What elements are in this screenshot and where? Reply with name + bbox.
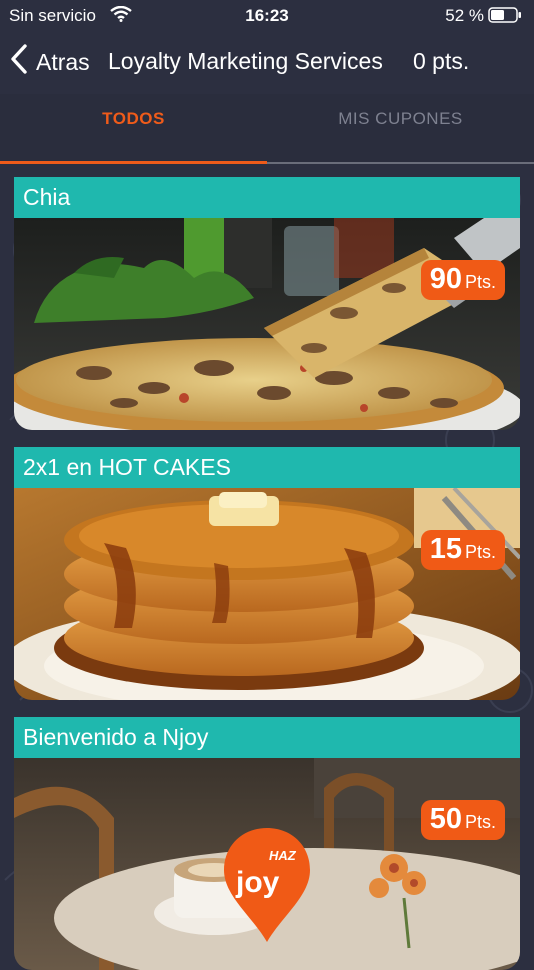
points-badge: 50 Pts. [420,800,505,840]
chevron-left-icon [10,44,28,80]
points-unit: Pts. [464,542,496,562]
points-badge: 15 Pts. [420,530,505,570]
navigation-bar: Atras Loyalty Marketing Services 0 pts. [0,32,534,90]
status-bar: Sin servicio 16:23 52 % [0,0,534,30]
user-points: 0 pts. [413,48,470,74]
tab-mis-cupones[interactable]: MIS CUPONES [267,94,534,160]
logo-bottom-text: joy [235,866,280,899]
coupon-image-pancakes: 15 Pts. [14,488,520,700]
points-unit: Pts. [464,272,496,292]
coupon-card-hot-cakes[interactable]: 2x1 en HOT CAKES 15 Pts. [14,447,520,700]
coupon-title: Bienvenido a Njoy [14,717,520,758]
coupon-image-pizza: 90 Pts. [14,218,520,430]
coupon-title: 2x1 en HOT CAKES [14,447,520,488]
battery-icon [488,7,522,28]
battery-percentage: 52 % [445,6,484,25]
points-value: 50 [429,803,462,835]
points-value: 15 [429,533,462,565]
points-value: 90 [429,263,462,295]
coupon-title: Chia [14,177,520,218]
haz-joy-logo-icon: HAZ joy [224,828,310,942]
active-tab-indicator [0,161,267,164]
back-button[interactable]: Atras [10,44,90,80]
haz-joy-button[interactable]: HAZ joy [222,826,312,946]
tab-bar: TODOS MIS CUPONES [0,94,534,164]
points-unit: Pts. [464,812,496,832]
points-badge: 90 Pts. [420,260,505,300]
logo-top-text: HAZ [269,848,297,863]
back-label: Atras [36,48,90,75]
coupon-card-chia[interactable]: Chia 90 Pts. [14,177,520,430]
tab-todos[interactable]: TODOS [0,94,267,160]
page-title: Loyalty Marketing Services [108,48,383,74]
